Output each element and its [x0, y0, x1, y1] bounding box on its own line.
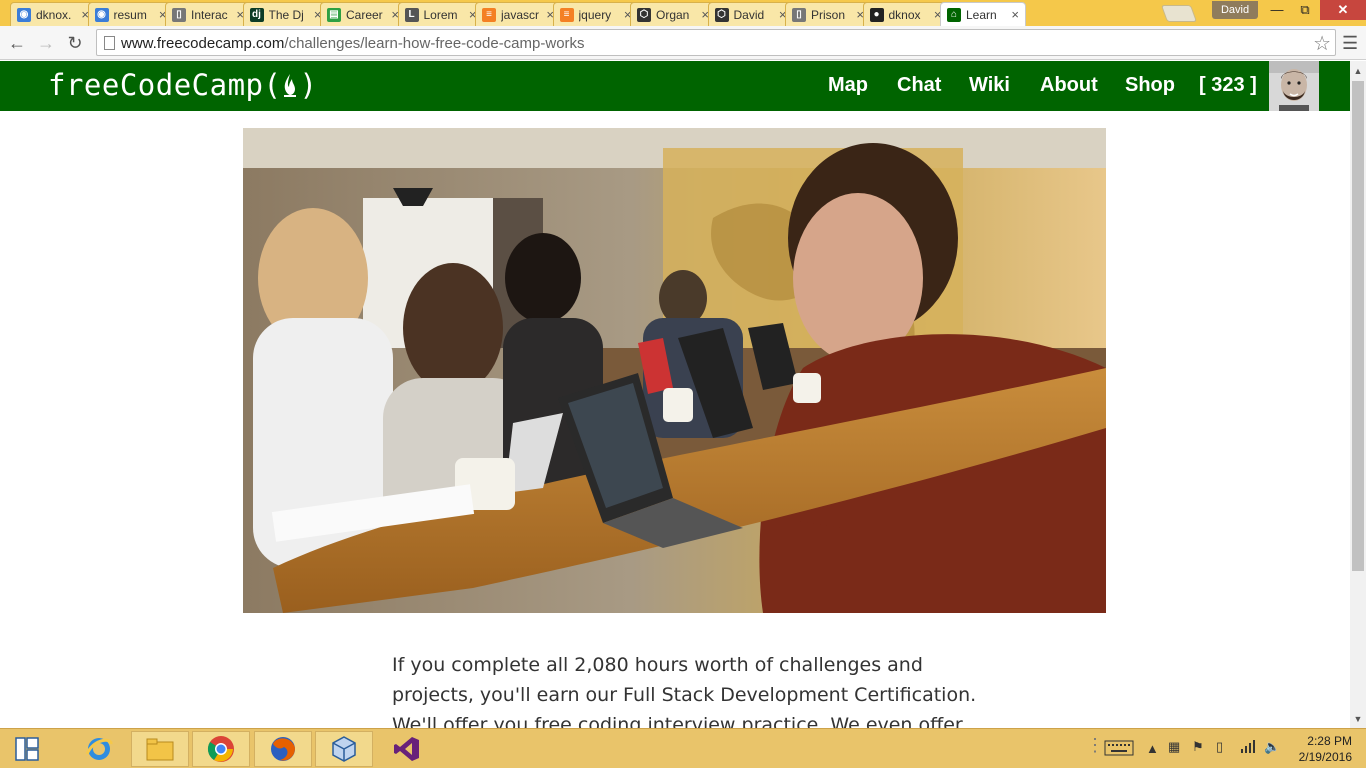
virtualbox-taskbar-button[interactable] [315, 731, 373, 767]
taskbar-clock[interactable]: 2:28 PM 2/19/2016 [1292, 733, 1352, 765]
reload-icon[interactable]: ↻ [64, 32, 86, 54]
view-icon: ◉ [94, 7, 109, 22]
window-close-icon[interactable]: ✕ [1320, 0, 1366, 20]
scrollbar-thumb[interactable] [1352, 81, 1364, 571]
tab-label: Lorem [423, 7, 458, 22]
fcc-icon: ⌂ [947, 7, 961, 22]
tab-label: Career [346, 7, 383, 22]
tab-label: Prison [811, 7, 846, 22]
tab-label: Organ [656, 7, 690, 22]
browser-tab[interactable]: ◉ resum × [87, 2, 174, 26]
user-avatar[interactable] [1269, 61, 1319, 111]
tab-label: resum [113, 7, 147, 22]
windows-start-icon [15, 737, 39, 761]
nav-chat[interactable]: Chat [897, 74, 941, 97]
scroll-down-icon[interactable]: ▼ [1350, 711, 1366, 727]
browser-tab[interactable]: ▯ Prison × [785, 2, 871, 26]
tab-label: Learn [966, 7, 997, 22]
tab-label: dknox [888, 7, 921, 22]
ie-taskbar-button[interactable] [70, 731, 128, 767]
codepen-icon: ⬡ [637, 7, 651, 22]
address-bar[interactable]: www.freecodecamp.com/challenges/learn-ho… [96, 29, 1336, 56]
flame-icon [284, 74, 297, 97]
tray-windows-icon[interactable]: ▦ [1168, 739, 1180, 755]
fcc-navbar: freeCodeCamp() Map Chat Wiki About Shop … [0, 61, 1350, 111]
folder-icon [146, 738, 174, 761]
tab-label: Interac [191, 7, 228, 22]
tab-label: David [733, 7, 765, 22]
browser-tab[interactable]: ⬡ Organ × [630, 2, 716, 26]
windows-taskbar: ⋮ ▲ ▦ ⚑ ▯ 🔈 2:28 PM 2/19/2016 [0, 728, 1366, 768]
browser-tab[interactable]: ◉ dknox. × [10, 2, 96, 26]
tab-label: jquery [578, 7, 612, 22]
github-icon: ● [869, 7, 884, 22]
stackoverflow-icon: ≡ [482, 7, 496, 22]
browser-tab[interactable]: ▯ Interac × [165, 2, 251, 26]
chrome-icon [207, 736, 234, 762]
back-icon[interactable]: ← [6, 32, 28, 54]
lorem-icon: L [404, 7, 419, 22]
scroll-up-icon[interactable]: ▲ [1350, 63, 1366, 79]
document-icon: ▯ [172, 7, 186, 22]
document-icon: ▯ [792, 7, 806, 22]
minimize-icon[interactable]: — [1262, 0, 1292, 20]
restore-icon[interactable]: ⧉ [1290, 0, 1320, 20]
browser-tab-strip: ◉ dknox. × ◉ resum × ▯ Interac × dj The Dj × ▤ Career… [0, 0, 1366, 26]
visual-studio-icon [394, 737, 419, 761]
chrome-menu-icon[interactable]: ☰ [1342, 33, 1358, 54]
paragraph-line: If you complete all 2,080 hours worth of… [392, 654, 923, 676]
browser-toolbar: ← → ↻ www.freecodecamp.com/challenges/le… [0, 26, 1366, 60]
show-hidden-icons-icon[interactable]: ▲ [1146, 741, 1159, 756]
stackoverflow-icon: ≡ [559, 7, 574, 22]
browser-tab[interactable]: L Lorem × [397, 2, 484, 26]
virtualbox-icon [332, 736, 356, 762]
action-center-flag-icon[interactable]: ⚑ [1192, 739, 1204, 755]
firefox-icon [271, 737, 295, 761]
browser-tab[interactable]: dj The Dj × [242, 2, 329, 26]
tab-label: The Dj [268, 7, 304, 22]
codepen-icon: ⬡ [714, 7, 729, 22]
clock-date: 2/19/2016 [1298, 750, 1352, 764]
visual-studio-taskbar-button[interactable] [378, 731, 436, 767]
browser-tab[interactable]: ≡ javascr × [475, 2, 561, 26]
firefox-taskbar-button[interactable] [254, 731, 312, 767]
file-explorer-taskbar-button[interactable] [131, 731, 189, 767]
view-icon: ◉ [17, 7, 31, 22]
browser-tab[interactable]: ⬡ David × [707, 2, 794, 26]
browser-tab[interactable]: ⌂ Learn × [940, 2, 1026, 26]
new-tab-button[interactable] [1160, 5, 1198, 22]
taskbar-grip-icon: ⋮ [1086, 735, 1104, 755]
bookmark-star-icon[interactable]: ☆ [1313, 31, 1331, 56]
browser-tab[interactable]: ● dknox × [862, 2, 949, 26]
start-button[interactable] [4, 731, 50, 767]
url-text[interactable]: www.freecodecamp.com/challenges/learn-ho… [121, 35, 585, 52]
browser-tab[interactable]: ≡ jquery × [552, 2, 639, 26]
tab-close-icon[interactable]: × [1011, 7, 1019, 22]
intro-paragraph: If you complete all 2,080 hours worth of… [392, 650, 977, 740]
tab-label: dknox. [36, 7, 72, 22]
nav-about[interactable]: About [1040, 74, 1098, 97]
browser-tab[interactable]: ▤ Career × [320, 2, 406, 26]
internet-explorer-icon [85, 738, 113, 760]
hero-photo [243, 128, 1106, 613]
points-counter[interactable]: [ 323 ] [1199, 74, 1257, 97]
paragraph-line: projects, you'll earn our Full Stack Dev… [392, 684, 977, 706]
trello-icon: ▤ [327, 7, 341, 22]
network-icon[interactable] [1240, 739, 1256, 756]
chrome-taskbar-button[interactable] [192, 731, 250, 767]
django-icon: dj [249, 7, 264, 22]
keyboard-icon[interactable] [1104, 740, 1134, 759]
forward-icon[interactable]: → [35, 32, 57, 54]
page-icon [104, 36, 115, 50]
fcc-logo[interactable]: freeCodeCamp() [48, 68, 317, 102]
volume-icon[interactable]: 🔈 [1264, 739, 1280, 755]
tab-label: javascr [501, 7, 540, 22]
nav-wiki[interactable]: Wiki [969, 74, 1010, 97]
nav-map[interactable]: Map [828, 74, 868, 97]
clock-time: 2:28 PM [1307, 734, 1352, 748]
profile-button[interactable]: David [1212, 1, 1258, 19]
nav-shop[interactable]: Shop [1125, 74, 1175, 97]
power-icon[interactable]: ▯ [1216, 739, 1223, 755]
